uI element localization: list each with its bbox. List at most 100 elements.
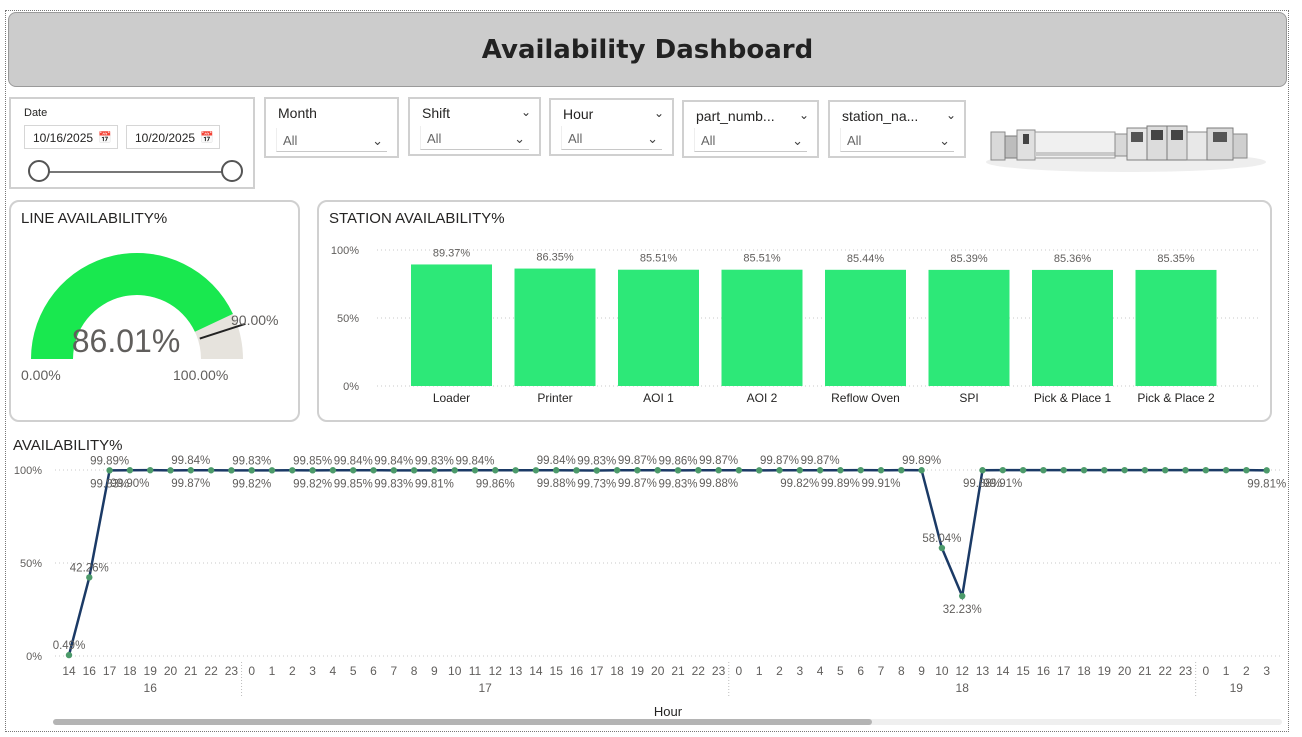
- month-slicer[interactable]: Month All ⌄: [264, 97, 399, 158]
- part-number-dropdown[interactable]: All ⌄: [694, 128, 807, 152]
- data-point[interactable]: [553, 467, 560, 474]
- end-date-input[interactable]: 10/20/2025 📅: [126, 125, 220, 149]
- data-point[interactable]: [329, 467, 337, 474]
- data-point[interactable]: [187, 467, 194, 474]
- data-point[interactable]: [918, 467, 925, 474]
- hour-dropdown[interactable]: All ⌄: [561, 126, 662, 150]
- chevron-down-icon[interactable]: ⌄: [939, 128, 950, 154]
- data-point[interactable]: [979, 467, 986, 474]
- data-point[interactable]: [1202, 466, 1210, 474]
- data-point[interactable]: [451, 467, 458, 474]
- chevron-down-icon[interactable]: ⌄: [654, 106, 664, 120]
- station-name-slicer[interactable]: station_na... ⌄ All ⌄: [828, 100, 966, 158]
- data-point[interactable]: [248, 467, 255, 474]
- data-point[interactable]: [492, 467, 499, 474]
- data-point[interactable]: [816, 467, 824, 474]
- bar[interactable]: [928, 269, 1010, 386]
- data-point[interactable]: [857, 466, 864, 474]
- calendar-icon[interactable]: 📅: [98, 126, 112, 150]
- data-point[interactable]: [613, 467, 621, 474]
- data-point[interactable]: [634, 467, 641, 474]
- bar[interactable]: [1032, 269, 1113, 386]
- data-point[interactable]: [207, 467, 215, 474]
- data-point[interactable]: [1162, 466, 1169, 474]
- shift-dropdown[interactable]: All ⌄: [420, 126, 529, 150]
- data-point[interactable]: [674, 467, 682, 474]
- data-point[interactable]: [228, 467, 235, 474]
- data-point[interactable]: [106, 467, 113, 474]
- chevron-down-icon[interactable]: ⌄: [647, 126, 658, 152]
- data-point[interactable]: [735, 467, 743, 474]
- data-point[interactable]: [776, 467, 783, 474]
- data-point[interactable]: [309, 467, 316, 474]
- chevron-down-icon[interactable]: ⌄: [792, 128, 803, 154]
- bar[interactable]: [618, 269, 699, 386]
- shift-slicer[interactable]: Shift ⌄ All ⌄: [408, 97, 541, 156]
- chevron-down-icon[interactable]: ⌄: [514, 126, 525, 152]
- data-point[interactable]: [796, 467, 803, 474]
- data-point[interactable]: [1101, 466, 1108, 474]
- start-date-input[interactable]: 10/16/2025 📅: [24, 125, 118, 149]
- chevron-down-icon[interactable]: ⌄: [799, 108, 809, 122]
- data-point[interactable]: [1243, 466, 1250, 474]
- data-point[interactable]: [837, 467, 844, 474]
- data-point[interactable]: [593, 467, 600, 474]
- data-point[interactable]: [167, 467, 174, 474]
- data-point[interactable]: [1080, 466, 1088, 474]
- data-point[interactable]: [1182, 466, 1189, 474]
- data-point[interactable]: [654, 467, 661, 474]
- data-point[interactable]: [1263, 467, 1270, 474]
- data-point[interactable]: [898, 466, 905, 474]
- point-data-label: 99.82%: [232, 478, 271, 490]
- data-point[interactable]: [268, 467, 276, 474]
- data-point[interactable]: [512, 467, 519, 474]
- data-point[interactable]: [715, 467, 722, 474]
- data-point[interactable]: [289, 467, 296, 474]
- data-point[interactable]: [532, 467, 540, 474]
- data-point[interactable]: [410, 467, 418, 474]
- data-point[interactable]: [877, 467, 885, 474]
- data-point[interactable]: [1141, 466, 1149, 474]
- bar[interactable]: [721, 269, 803, 386]
- horizontal-scrollbar-thumb[interactable]: [53, 719, 872, 725]
- part-number-slicer[interactable]: part_numb... ⌄ All ⌄: [682, 100, 819, 158]
- x-hour-tick: 23: [712, 664, 726, 678]
- bar[interactable]: [514, 268, 596, 386]
- data-point[interactable]: [1060, 466, 1067, 474]
- data-point[interactable]: [1222, 466, 1230, 474]
- data-point[interactable]: [959, 592, 966, 600]
- chevron-down-icon[interactable]: ⌄: [521, 105, 531, 119]
- date-slider-end-handle[interactable]: [221, 160, 243, 182]
- data-point[interactable]: [1040, 466, 1047, 474]
- bar[interactable]: [825, 269, 906, 386]
- chevron-down-icon[interactable]: ⌄: [946, 108, 956, 122]
- date-slider-start-handle[interactable]: [28, 160, 50, 182]
- data-point[interactable]: [126, 467, 134, 474]
- bar[interactable]: [411, 264, 492, 386]
- data-point[interactable]: [65, 651, 73, 659]
- data-point[interactable]: [86, 574, 93, 581]
- station-name-dropdown[interactable]: All ⌄: [840, 128, 954, 152]
- x-hour-tick: 23: [225, 664, 239, 678]
- data-point[interactable]: [695, 467, 702, 474]
- data-point[interactable]: [370, 467, 377, 474]
- shift-slicer-label: Shift: [422, 105, 451, 121]
- hour-slicer[interactable]: Hour ⌄ All ⌄: [549, 98, 674, 156]
- month-dropdown[interactable]: All ⌄: [276, 128, 387, 152]
- data-point[interactable]: [1121, 466, 1128, 474]
- chevron-down-icon[interactable]: ⌄: [372, 128, 383, 154]
- data-point[interactable]: [147, 466, 154, 474]
- data-point[interactable]: [938, 544, 946, 552]
- data-point[interactable]: [390, 467, 397, 474]
- data-point[interactable]: [471, 467, 479, 474]
- data-point[interactable]: [573, 467, 580, 474]
- data-point[interactable]: [756, 467, 763, 474]
- data-point[interactable]: [1019, 466, 1027, 474]
- data-point[interactable]: [999, 466, 1006, 474]
- data-point[interactable]: [431, 467, 438, 474]
- point-data-label: 99.84%: [171, 455, 210, 467]
- data-point[interactable]: [350, 467, 357, 474]
- date-slider-track[interactable]: [39, 171, 233, 173]
- calendar-icon[interactable]: 📅: [200, 126, 214, 150]
- bar[interactable]: [1135, 269, 1217, 386]
